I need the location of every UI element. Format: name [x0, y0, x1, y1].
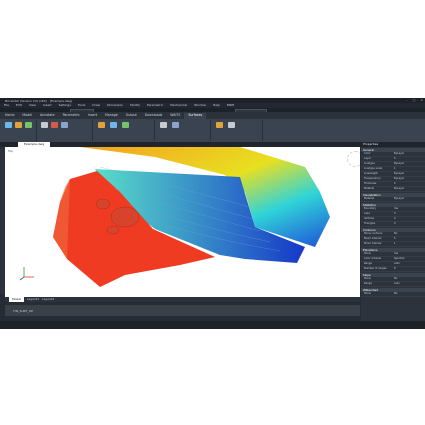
properties-panel: Properties General Color ByLayer Layer 0 Line… — [361, 142, 425, 321]
layout-tab-layout2[interactable]: Layout2 — [42, 297, 54, 302]
terrain-edge — [53, 179, 70, 259]
property-key: Number of ranges — [364, 267, 387, 270]
tin-surface-icon[interactable] — [5, 122, 12, 128]
properties-title: Properties — [361, 142, 425, 147]
property-key: Major interval — [364, 237, 382, 240]
property-row[interactable]: Minor interval 1 — [361, 242, 425, 247]
ucs-axes-icon — [19, 267, 34, 281]
property-key: Linetype — [364, 162, 375, 165]
property-key: Layer — [364, 157, 371, 160]
section-icon[interactable] — [172, 122, 179, 128]
property-value[interactable]: 0 — [394, 157, 425, 161]
property-value[interactable]: 8 — [394, 267, 425, 271]
property-value[interactable]: ByLayer — [394, 197, 425, 201]
property-row[interactable]: Material ByLayer — [361, 187, 425, 192]
properties-body: General Color ByLayer Layer 0 Linetype ByLayer… — [361, 148, 425, 297]
property-key: Show — [364, 277, 371, 280]
status-bar — [0, 321, 425, 329]
view-cube-icon[interactable] — [347, 151, 360, 167]
property-value[interactable]: ByLayer — [394, 162, 425, 166]
command-prompt: TIN_SURF_OP — [13, 309, 34, 313]
ribbon-group-edit — [38, 120, 93, 141]
depression-feature — [110, 206, 140, 228]
property-key: Range — [364, 282, 372, 285]
ribbon-group-view — [212, 120, 263, 141]
layout-tab-layout1[interactable]: Layout1 — [27, 297, 39, 302]
property-value[interactable]: 1 — [394, 242, 425, 246]
property-value[interactable]: Spectral — [394, 257, 425, 261]
watershed-icon[interactable] — [122, 122, 129, 128]
ribbon-tab-bar: Home Model Annotate Parametric Insert Manage O… — [0, 112, 425, 119]
application-window: BricsCAD (Version 24) (x64) - [Example.d… — [0, 98, 425, 329]
property-key: Lineweight — [364, 172, 378, 175]
property-key: Linetype scale — [364, 167, 383, 170]
depression-feature — [95, 198, 111, 210]
property-value[interactable]: ByLayer — [394, 177, 425, 181]
window-title: BricsCAD (Version 24) (x64) - [Example.d… — [5, 98, 73, 103]
property-value[interactable]: 1 — [394, 167, 425, 171]
property-value[interactable]: No — [394, 277, 425, 281]
ribbon-group-volume — [156, 120, 211, 141]
drawing-viewport[interactable]: Top — [5, 147, 360, 297]
property-value[interactable]: No — [394, 292, 425, 296]
alignment-icon[interactable] — [228, 122, 235, 128]
property-key: Color scheme — [364, 257, 382, 260]
layout-tab-bar: Model Layout1 Layout2 — [5, 297, 360, 302]
property-key: Area — [364, 212, 370, 215]
add-boundary-icon[interactable] — [61, 122, 68, 128]
property-value[interactable]: ByLayer — [394, 152, 425, 156]
property-value[interactable]: Auto — [394, 262, 425, 266]
ribbon-group-create — [2, 120, 37, 141]
points-icon[interactable] — [25, 122, 32, 128]
property-key: Minor interval — [364, 242, 382, 245]
property-row[interactable]: Triangles 0 — [361, 222, 425, 227]
property-row[interactable]: Show No — [361, 292, 425, 297]
property-key: Show contours — [364, 232, 383, 235]
property-key: Vertices — [364, 217, 374, 220]
property-key: Transparency — [364, 177, 381, 180]
property-value[interactable]: 0 — [394, 212, 425, 216]
command-line[interactable]: TIN_SURF_OP — [5, 305, 360, 316]
property-row[interactable]: Range Auto — [361, 282, 425, 287]
terrain-surface — [53, 147, 330, 287]
elevations-icon[interactable] — [51, 122, 58, 128]
property-key: Thickness — [364, 182, 377, 185]
property-row[interactable]: Number of ranges 8 — [361, 267, 425, 272]
property-value[interactable]: 0 — [394, 182, 425, 186]
property-key: Triangles — [364, 222, 376, 225]
grading-icon[interactable] — [15, 122, 22, 128]
contours-icon[interactable] — [98, 122, 105, 128]
property-key: Material — [364, 187, 375, 190]
property-key: Color — [364, 152, 371, 155]
slope-icon[interactable] — [110, 122, 117, 128]
property-key: Material — [364, 197, 375, 200]
property-key: Boundary — [364, 207, 377, 210]
ribbon-group-analysis — [94, 120, 155, 141]
property-row[interactable]: Material ByLayer — [361, 197, 425, 202]
maximize-icon[interactable]: ▢ — [413, 98, 416, 102]
profile-icon[interactable] — [216, 122, 223, 128]
property-value[interactable]: 0 — [394, 222, 425, 226]
edit-surface-icon[interactable] — [41, 122, 48, 128]
layout-tab-model[interactable]: Model — [9, 297, 25, 302]
close-icon[interactable]: × — [420, 98, 423, 102]
property-value[interactable]: No — [394, 232, 425, 236]
property-value[interactable]: Auto — [394, 282, 425, 286]
property-value[interactable]: ByLayer — [394, 172, 425, 176]
property-value[interactable]: 5 — [394, 237, 425, 241]
window-controls: – ▢ × — [406, 98, 423, 102]
property-key: Show — [364, 292, 371, 295]
property-key: Show — [364, 252, 371, 255]
ribbon-panel — [0, 119, 425, 142]
minimize-icon[interactable]: – — [406, 98, 408, 102]
property-value[interactable]: 0 — [394, 217, 425, 221]
viewport-label: Top — [8, 149, 14, 153]
depression-feature — [106, 225, 120, 235]
volume-icon[interactable] — [160, 122, 167, 128]
property-value[interactable]: Yes — [394, 252, 425, 256]
property-value[interactable]: Yes — [394, 207, 425, 211]
property-key: Range — [364, 262, 372, 265]
property-value[interactable]: ByLayer — [394, 187, 425, 191]
